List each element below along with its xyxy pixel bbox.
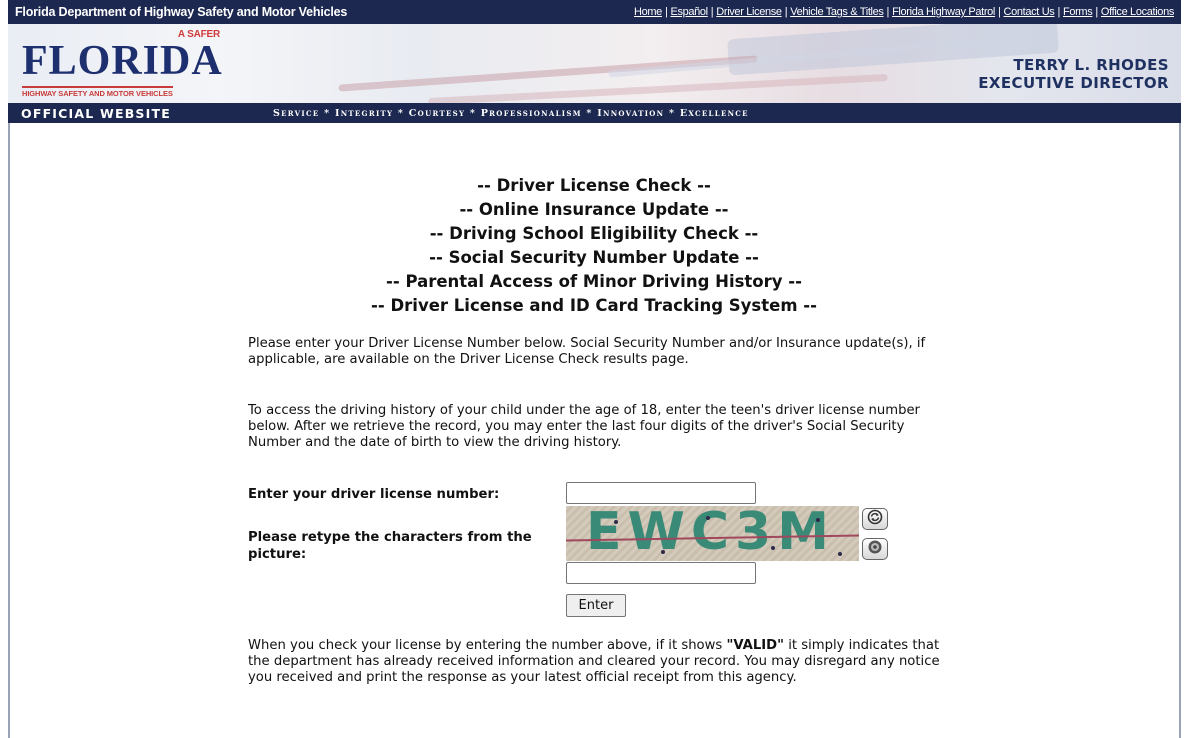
refresh-icon xyxy=(867,509,883,529)
nav-link-espanol[interactable]: Español xyxy=(670,6,708,18)
audio-icon xyxy=(867,539,883,559)
valid-emphasis: "VALID" xyxy=(726,638,784,653)
nav-separator: | xyxy=(1057,6,1060,18)
page-title: -- Driving School Eligibility Check -- xyxy=(429,224,759,243)
captcha-audio-button[interactable] xyxy=(862,538,888,560)
captcha-dot xyxy=(771,546,775,550)
official-website-label: OFFICIAL WEBSITE xyxy=(21,105,171,121)
nav-links: Home | Español | Driver License | Vehicle Tags… xyxy=(634,6,1174,18)
driver-license-label: Enter your driver license number: xyxy=(248,487,500,502)
captcha-refresh-button[interactable] xyxy=(862,508,888,530)
logo-word: FLORIDA xyxy=(22,38,223,84)
captcha-label: Please retype the characters from the pi… xyxy=(248,530,532,562)
page-title: -- Online Insurance Update -- xyxy=(459,200,729,219)
logo-subtitle: HIGHWAY SAFETY AND MOTOR VEHICLES xyxy=(22,86,173,98)
agency-name: Florida Department of Highway Safety and… xyxy=(15,5,348,19)
florida-logo[interactable]: A SAFER FLORIDA HIGHWAY SAFETY AND MOTOR… xyxy=(18,28,228,100)
captcha-image: EWC3M xyxy=(566,506,859,561)
nav-link-highway-patrol[interactable]: Florida Highway Patrol xyxy=(892,6,995,18)
nav-separator: | xyxy=(784,6,788,18)
core-values: Service * Integrity * Courtesy * Profess… xyxy=(273,107,749,119)
nav-link-forms[interactable]: Forms xyxy=(1063,6,1093,18)
nav-link-vehicle-tags-titles[interactable]: Vehicle Tags & Titles xyxy=(790,6,884,18)
nav-separator: | xyxy=(998,6,1001,18)
nav-link-office-locations[interactable]: Office Locations xyxy=(1101,6,1174,18)
captcha-input[interactable] xyxy=(566,562,756,584)
nav-link-home[interactable]: Home xyxy=(634,6,662,18)
captcha-text: EWC3M xyxy=(586,506,835,561)
banner: A SAFER FLORIDA HIGHWAY SAFETY AND MOTOR… xyxy=(8,24,1181,103)
captcha-dot xyxy=(816,518,820,522)
director-block: TERRY L. RHODES EXECUTIVE DIRECTOR xyxy=(978,56,1169,92)
page-titles: -- Driver License Check -- -- Online Ins… xyxy=(248,174,940,318)
top-bar: Florida Department of Highway Safety and… xyxy=(8,0,1181,24)
captcha-dot xyxy=(706,516,710,520)
nav-separator: | xyxy=(710,6,714,18)
valid-notice-paragraph: When you check your license by entering … xyxy=(248,638,940,686)
nav-separator: | xyxy=(1095,6,1098,18)
page-title: -- Social Security Number Update -- xyxy=(429,248,759,267)
captcha-dot xyxy=(614,520,618,524)
captcha-dot xyxy=(838,552,842,556)
director-title: EXECUTIVE DIRECTOR xyxy=(978,74,1169,92)
nav-link-driver-license[interactable]: Driver License xyxy=(716,6,782,18)
parental-access-paragraph: To access the driving history of your ch… xyxy=(248,403,920,450)
instruction-paragraph: Please enter your Driver License Number … xyxy=(248,336,926,367)
page-title: -- Parental Access of Minor Driving Hist… xyxy=(386,272,802,291)
driver-license-input[interactable] xyxy=(566,482,756,504)
page-title: -- Driver License and ID Card Tracking S… xyxy=(371,296,817,315)
values-bar: OFFICIAL WEBSITE Service * Integrity * C… xyxy=(8,103,1181,123)
nav-separator: | xyxy=(886,6,890,18)
nav-link-contact-us[interactable]: Contact Us xyxy=(1004,6,1055,18)
enter-button[interactable]: Enter xyxy=(566,594,626,617)
notice-text: When you check your license by entering … xyxy=(248,638,727,653)
captcha-dot xyxy=(661,550,665,554)
director-name: TERRY L. RHODES xyxy=(1013,56,1169,74)
page-title: -- Driver License Check -- xyxy=(477,176,711,195)
